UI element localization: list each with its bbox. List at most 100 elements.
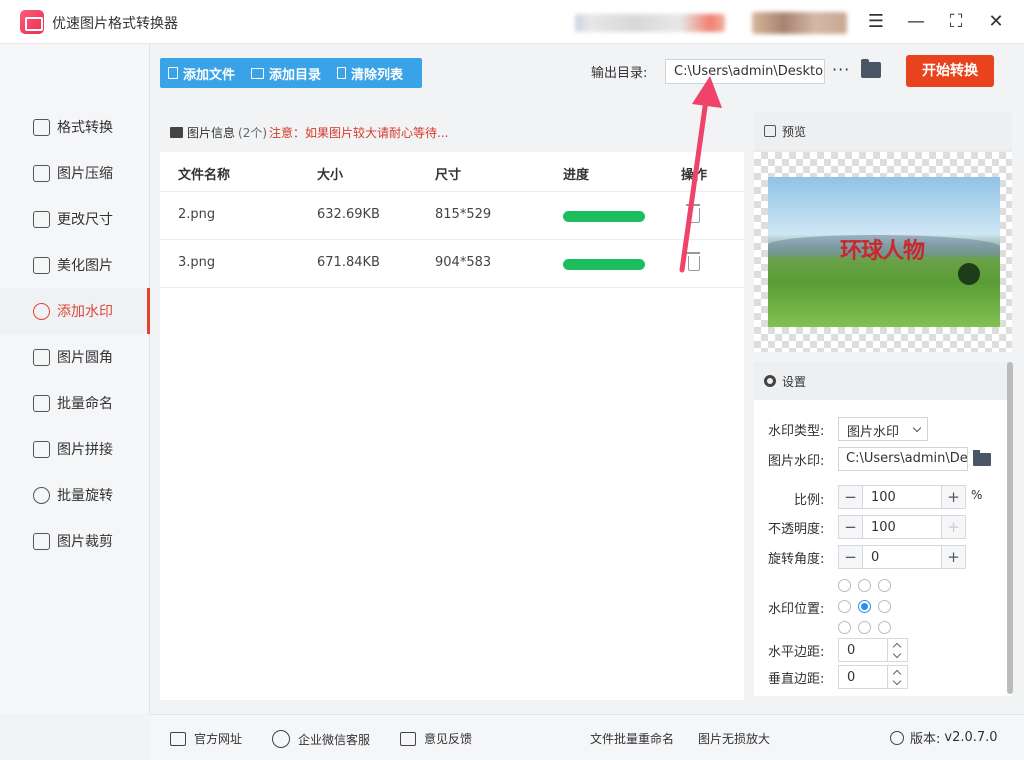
table-row[interactable]: 3.png 671.84KB 904*583 — [160, 239, 744, 287]
output-dir-label: 输出目录: — [591, 66, 648, 81]
add-file-button[interactable]: 添加文件 — [160, 58, 243, 88]
file-list-header: 图片信息 (2个) 注意：如果图片较大请耐心等待... — [160, 112, 744, 152]
sidebar-item-compress[interactable]: 图片压缩 — [0, 150, 150, 196]
beautify-icon — [33, 256, 50, 274]
position-radio-center[interactable] — [858, 600, 871, 613]
settings-scrollbar[interactable] — [1007, 362, 1013, 694]
rotate-icon — [33, 486, 50, 504]
resize-icon — [33, 210, 50, 228]
v-margin-spinner[interactable]: 0 — [838, 665, 908, 689]
watermark-icon — [33, 302, 50, 320]
col-dimensions[interactable]: 尺寸 — [435, 164, 461, 183]
preview-image: 环球人物 — [768, 177, 1000, 327]
sidebar-item-rotate[interactable]: 批量旋转 — [0, 472, 150, 518]
feedback-icon — [400, 731, 416, 746]
settings-title: 设置 — [782, 374, 807, 389]
lossless-upscale-link[interactable]: 图片无损放大 — [698, 730, 770, 747]
chevron-down-icon — [892, 676, 902, 686]
app-title: 优速图片格式转换器 — [52, 16, 178, 32]
batch-rename-link[interactable]: 文件批量重命名 — [590, 730, 674, 747]
preview-icon — [764, 125, 776, 137]
increment-button[interactable]: + — [941, 516, 965, 538]
warning-text: 注意：如果图片较大请耐心等待... — [269, 125, 449, 140]
h-margin-spinner[interactable]: 0 — [838, 638, 908, 662]
file-size: 632.69KB — [317, 207, 380, 222]
scale-stepper[interactable]: − 100 + — [838, 485, 966, 509]
wechat-support-link[interactable]: 企业微信客服 — [272, 730, 370, 748]
col-progress[interactable]: 进度 — [563, 164, 589, 183]
col-size[interactable]: 大小 — [317, 164, 343, 183]
decrement-button[interactable]: − — [839, 486, 863, 508]
watermark-image-input[interactable]: C:\Users\admin\De — [838, 447, 968, 471]
close-icon[interactable]: ✕ — [984, 10, 1008, 34]
position-radio-bottom-right[interactable] — [878, 621, 891, 634]
col-filename[interactable]: 文件名称 — [178, 164, 230, 183]
opacity-stepper[interactable]: − 100 + — [838, 515, 966, 539]
position-radio-top-right[interactable] — [878, 579, 891, 592]
maximize-icon[interactable]: ⛶ — [944, 10, 968, 34]
position-radio-top-center[interactable] — [858, 579, 871, 592]
spinner-arrows[interactable] — [887, 666, 907, 688]
sidebar-item-stitch[interactable]: 图片拼接 — [0, 426, 150, 472]
position-radio-top-left[interactable] — [838, 579, 851, 592]
decrement-button[interactable]: − — [839, 516, 863, 538]
website-link[interactable]: 官方网址 — [170, 730, 242, 747]
start-convert-button[interactable]: 开始转换 — [906, 55, 994, 87]
opacity-label: 不透明度: — [768, 522, 825, 537]
increment-button[interactable]: + — [941, 546, 965, 568]
table-divider — [160, 287, 744, 288]
feedback-link[interactable]: 意见反馈 — [400, 730, 472, 747]
sidebar-item-rename[interactable]: 批量命名 — [0, 380, 150, 426]
wechat-icon — [272, 730, 290, 748]
sidebar-item-resize[interactable]: 更改尺寸 — [0, 196, 150, 242]
spinner-arrows[interactable] — [887, 639, 907, 661]
preview-tree — [958, 263, 980, 285]
blurred-user-avatar[interactable] — [752, 12, 847, 34]
scale-label: 比例: — [794, 493, 825, 508]
trash-small-icon — [337, 67, 347, 79]
sidebar: 格式转换 图片压缩 更改尺寸 美化图片 添加水印 图片圆角 批量命名 图片拼接 … — [0, 44, 150, 714]
blurred-account-info — [575, 14, 725, 32]
more-options-icon[interactable]: ··· — [832, 60, 850, 79]
hamburger-icon[interactable]: ☰ — [864, 10, 888, 34]
position-label: 水印位置: — [768, 602, 825, 617]
table-row[interactable]: 2.png 632.69KB 815*529 — [160, 191, 744, 239]
clear-list-button[interactable]: 清除列表 — [329, 58, 411, 88]
progress-bar — [563, 211, 645, 222]
rotation-label: 旋转角度: — [768, 552, 825, 567]
stitch-icon — [33, 440, 50, 458]
settings-header: 设置 — [754, 362, 1012, 400]
add-folder-button[interactable]: 添加目录 — [243, 58, 329, 88]
preview-panel: 预览 环球人物 — [754, 112, 1012, 352]
folder-icon[interactable] — [973, 450, 991, 466]
sidebar-item-rounded-corner[interactable]: 图片圆角 — [0, 334, 150, 380]
title-bar: 优速图片格式转换器 ☰ — ⛶ ✕ — [0, 0, 1024, 44]
file-list-panel: 图片信息 (2个) 注意：如果图片较大请耐心等待... 文件名称 大小 尺寸 进… — [160, 112, 744, 700]
decrement-button[interactable]: − — [839, 546, 863, 568]
position-radio-middle-left[interactable] — [838, 600, 851, 613]
rotation-stepper[interactable]: − 0 + — [838, 545, 966, 569]
format-convert-icon — [33, 118, 50, 136]
position-radio-middle-right[interactable] — [878, 600, 891, 613]
sidebar-item-watermark[interactable]: 添加水印 — [0, 288, 150, 334]
file-name: 2.png — [178, 207, 216, 222]
position-radio-bottom-center[interactable] — [858, 621, 871, 634]
preview-header: 预览 — [754, 112, 1012, 150]
minimize-icon[interactable]: — — [904, 10, 928, 34]
file-dimensions: 904*583 — [435, 255, 492, 270]
chevron-down-icon — [892, 649, 902, 659]
v-margin-label: 垂直边距: — [768, 672, 825, 687]
version-info[interactable]: 版本: v2.0.7.0 — [890, 728, 998, 747]
sidebar-item-format-convert[interactable]: 格式转换 — [0, 104, 150, 150]
watermark-type-select[interactable]: 图片水印 — [838, 417, 928, 441]
crop-icon — [33, 532, 50, 550]
watermark-overlay: 环球人物 — [840, 238, 925, 264]
folder-icon[interactable] — [861, 59, 881, 78]
sidebar-item-crop[interactable]: 图片裁剪 — [0, 518, 150, 564]
position-radio-bottom-left[interactable] — [838, 621, 851, 634]
increment-button[interactable]: + — [941, 486, 965, 508]
website-icon — [170, 731, 186, 746]
toolbar: 添加文件 添加目录 清除列表 — [160, 58, 422, 88]
sidebar-item-beautify[interactable]: 美化图片 — [0, 242, 150, 288]
image-icon — [170, 126, 183, 138]
